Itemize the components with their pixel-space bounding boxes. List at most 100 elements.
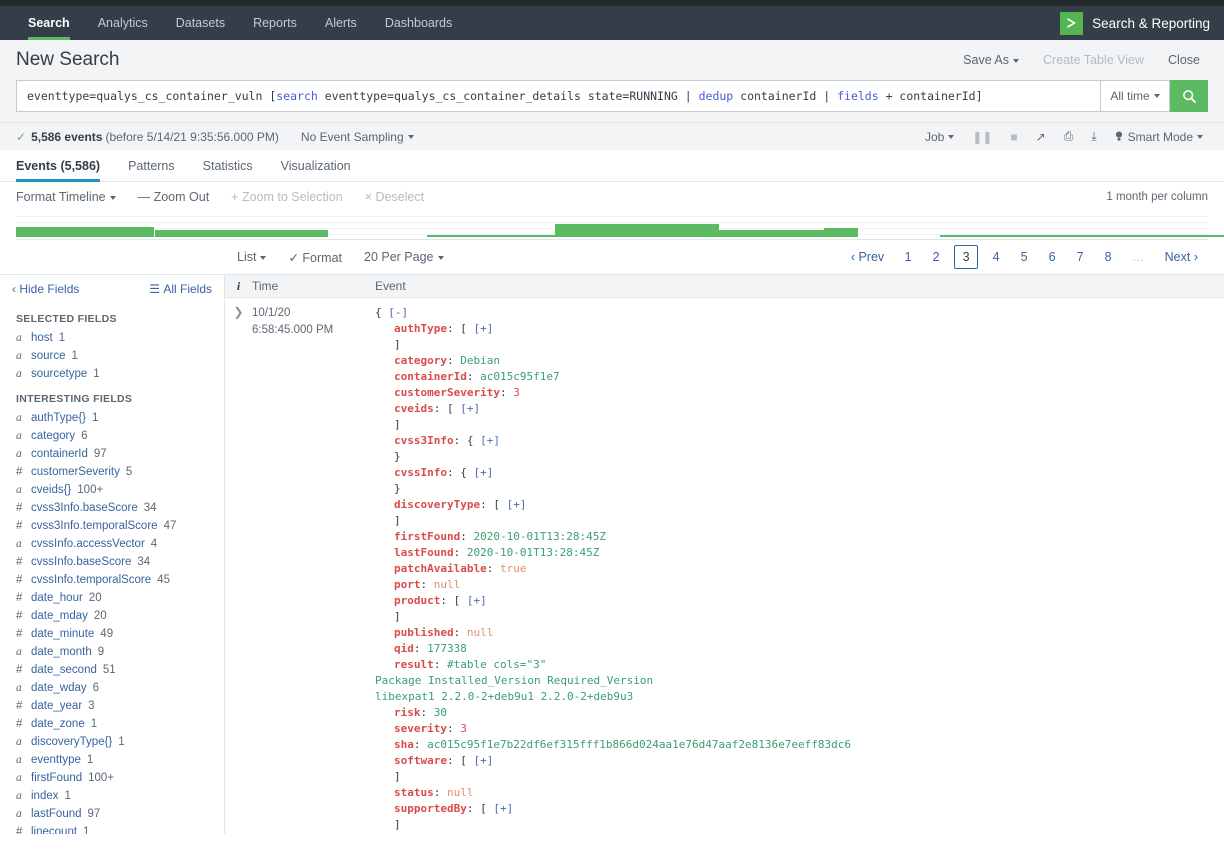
nav-item-datasets[interactable]: Datasets [162,6,239,40]
zoom-out-button[interactable]: — Zoom Out [138,190,232,204]
json-toggle-icon[interactable]: [+] [493,802,513,815]
field-item-cveids-[interactable]: acveids{}100+ [0,481,224,499]
timeline-bar[interactable] [16,227,154,237]
stop-button[interactable]: ■ [1001,130,1026,144]
print-button[interactable]: ⎙ [1055,129,1083,144]
field-item-host[interactable]: ahost1 [0,329,224,347]
json-toggle-icon[interactable]: [+] [473,754,493,767]
field-item-cvssinfo-accessvector[interactable]: acvssInfo.accessVector4 [0,535,224,553]
save-as-button[interactable]: Save As [951,53,1031,67]
pagination-page-3[interactable]: 3 [954,245,978,269]
format-results-button[interactable]: ✓ Format [288,250,364,265]
field-item-index[interactable]: aindex1 [0,787,224,805]
field-item-cvss3info-temporalscore[interactable]: #cvss3Info.temporalScore47 [0,517,224,535]
field-item-cvss3info-basescore[interactable]: #cvss3Info.baseScore34 [0,499,224,517]
json-toggle-icon[interactable]: [+] [460,402,480,415]
pagination-prev[interactable]: ‹ Prev [845,246,890,268]
field-item-category[interactable]: acategory6 [0,427,224,445]
string-field-icon: a [16,734,25,750]
success-check-icon: ✓ [16,130,26,144]
field-item-cvssinfo-temporalscore[interactable]: #cvssInfo.temporalScore45 [0,571,224,589]
main-content: ‹ Hide Fields ☰ All Fields SELECTED FIEL… [0,274,1224,834]
field-item-date-month[interactable]: adate_month9 [0,643,224,661]
export-button[interactable]: ⤓ [1082,129,1105,144]
time-range-picker[interactable]: All time [1100,80,1170,112]
close-button[interactable]: Close [1156,53,1212,67]
field-item-date-wday[interactable]: adate_wday6 [0,679,224,697]
field-count: 1 [65,788,71,804]
json-line: ] [375,513,1224,529]
nav-item-reports[interactable]: Reports [239,6,311,40]
field-item-customerseverity[interactable]: #customerSeverity5 [0,463,224,481]
tab-statistics[interactable]: Statistics [189,150,267,181]
pause-button[interactable]: ❚❚ [963,130,1001,144]
timeline-bar[interactable] [555,224,719,237]
search-mode-dropdown[interactable]: Smart Mode [1106,130,1212,144]
field-item-cvssinfo-basescore[interactable]: #cvssInfo.baseScore34 [0,553,224,571]
nav-item-search[interactable]: Search [14,6,84,40]
field-item-date-hour[interactable]: #date_hour20 [0,589,224,607]
timeline-bar[interactable] [824,228,857,237]
pagination-page-6[interactable]: 6 [1042,246,1062,268]
lightbulb-icon [1115,131,1123,142]
nav-item-dashboards[interactable]: Dashboards [371,6,466,40]
json-toggle-icon[interactable]: [-] [388,306,408,319]
field-item-eventtype[interactable]: aeventtype1 [0,751,224,769]
per-page-dropdown[interactable]: 20 Per Page [364,250,466,264]
field-item-authtype-[interactable]: aauthType{}1 [0,409,224,427]
field-item-sourcetype[interactable]: asourcetype1 [0,365,224,383]
timeline-bar[interactable] [940,235,1107,237]
field-item-source[interactable]: asource1 [0,347,224,365]
json-toggle-icon[interactable]: [+] [467,594,487,607]
json-toggle-icon[interactable]: [+] [507,498,527,511]
timeline-chart[interactable] [16,212,1208,240]
field-name: date_month [31,644,92,660]
timeline-bar[interactable] [155,230,328,237]
format-timeline-button[interactable]: Format Timeline [16,190,138,204]
json-toggle-icon[interactable]: [+] [473,322,493,335]
json-toggle-icon[interactable]: [+] [473,466,493,479]
field-count: 20 [89,590,102,606]
nav-item-analytics[interactable]: Analytics [84,6,162,40]
search-input[interactable]: eventtype=qualys_cs_container_vuln [sear… [16,80,1100,112]
field-item-date-year[interactable]: #date_year3 [0,697,224,715]
event-sampling-dropdown[interactable]: No Event Sampling [301,130,414,144]
field-item-discoverytype-[interactable]: adiscoveryType{}1 [0,733,224,751]
share-button[interactable]: ↗ [1027,130,1055,144]
pagination-page-2[interactable]: 2 [926,246,946,268]
field-item-date-zone[interactable]: #date_zone1 [0,715,224,733]
timeline-bar[interactable] [427,235,564,237]
json-key: patchAvailable [394,562,487,575]
timeline-bar[interactable] [1107,235,1224,237]
json-toggle-icon[interactable]: [+] [480,434,500,447]
field-item-date-mday[interactable]: #date_mday20 [0,607,224,625]
field-count: 100+ [88,770,114,786]
nav-item-alerts[interactable]: Alerts [311,6,371,40]
pagination-page-1[interactable]: 1 [898,246,918,268]
field-item-firstfound[interactable]: afirstFound100+ [0,769,224,787]
field-item-date-minute[interactable]: #date_minute49 [0,625,224,643]
string-field-icon: a [16,348,25,364]
field-count: 9 [98,644,104,660]
field-item-lastfound[interactable]: alastFound97 [0,805,224,823]
hide-fields-button[interactable]: ‹ Hide Fields [12,282,79,296]
tab-events[interactable]: Events (5,586) [16,150,114,181]
pagination-page-4[interactable]: 4 [986,246,1006,268]
pagination-page-5[interactable]: 5 [1014,246,1034,268]
field-item-linecount[interactable]: #linecount1 [0,823,224,834]
run-search-button[interactable] [1170,80,1208,112]
json-line: ] [375,817,1224,833]
pagination-page-7[interactable]: 7 [1070,246,1090,268]
field-item-date-second[interactable]: #date_second51 [0,661,224,679]
app-brand[interactable]: Search & Reporting [1060,6,1210,40]
pagination-page-8[interactable]: 8 [1098,246,1118,268]
expand-row-icon[interactable]: ❯ [225,305,252,833]
field-item-containerid[interactable]: acontainerId97 [0,445,224,463]
all-fields-button[interactable]: ☰ All Fields [149,282,212,296]
job-menu[interactable]: Job [916,130,963,144]
tab-patterns[interactable]: Patterns [114,150,189,181]
timeline-gridline [16,222,1208,223]
list-mode-dropdown[interactable]: List [237,250,288,264]
pagination-next[interactable]: Next › [1159,246,1204,268]
tab-visualization[interactable]: Visualization [267,150,365,181]
